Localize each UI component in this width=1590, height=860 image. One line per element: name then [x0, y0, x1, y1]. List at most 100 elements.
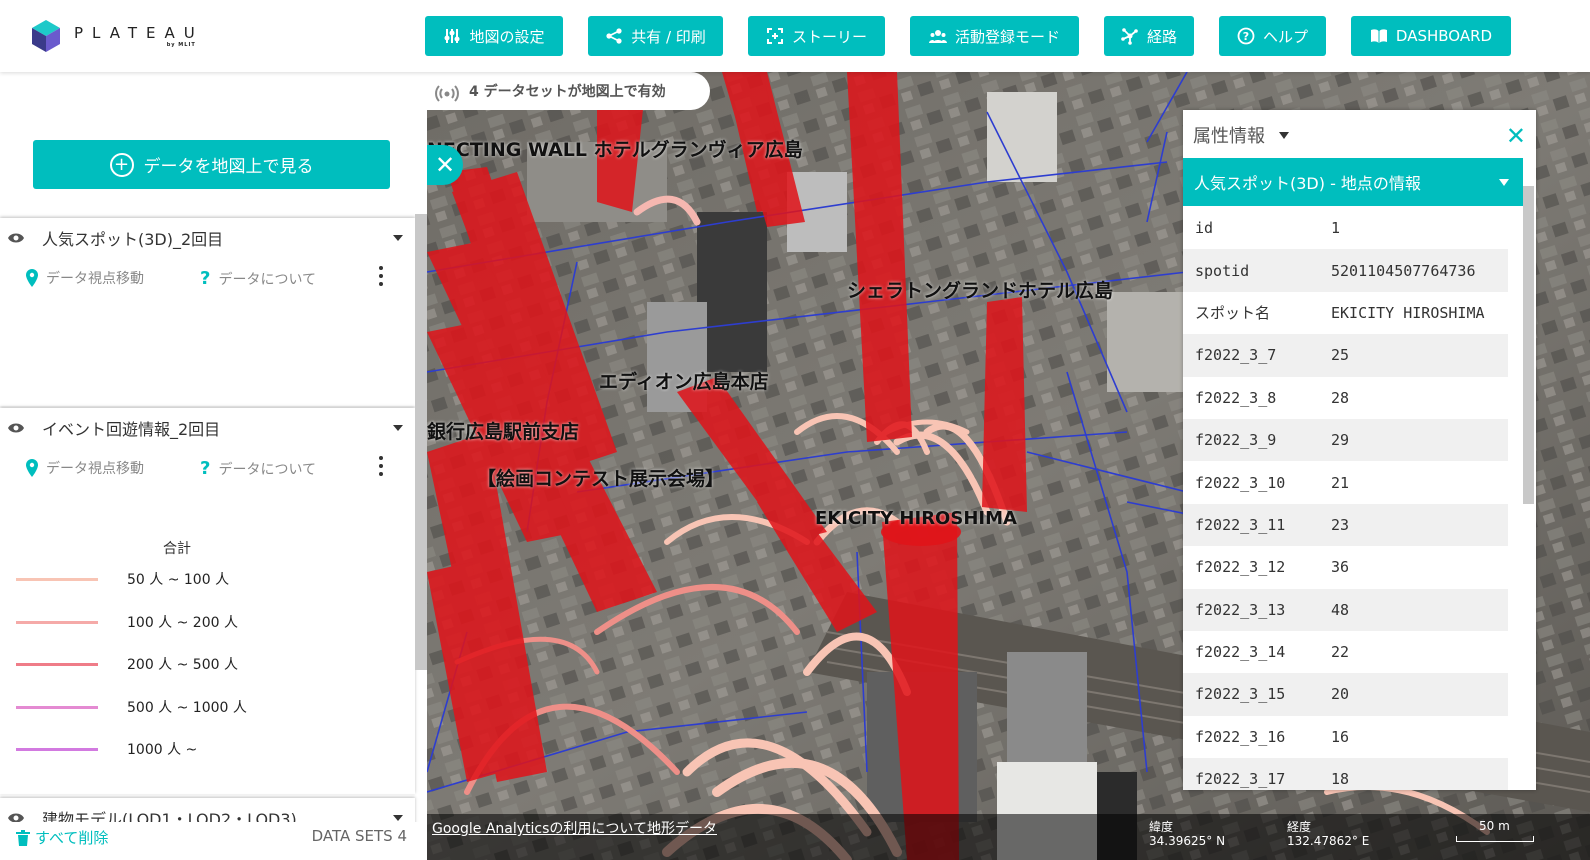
legend-swatch	[16, 662, 98, 666]
layer-title: イベント回遊情報_2回目	[42, 420, 221, 439]
map-settings-button[interactable]: 地図の設定	[425, 16, 563, 56]
sidebar-scrollbar[interactable]	[415, 214, 427, 670]
delete-all-button[interactable]: すべて削除	[16, 827, 108, 848]
dashboard-label: DASHBOARD	[1395, 27, 1493, 45]
sliders-icon	[444, 29, 460, 43]
activity-mode-label: 活動登録モード	[954, 27, 1060, 46]
plateau-logo[interactable]: PLATEAU by MLIT	[30, 16, 204, 56]
layer-card-event-info: イベント回遊情報_2回目 データ視点移動 ? データについて 合計 50 人 ~…	[0, 408, 415, 794]
table-row: f2022_3_9 29	[1183, 418, 1508, 462]
attr-value: 48	[1331, 600, 1350, 619]
attr-value: 5201104507764736	[1331, 261, 1476, 280]
delete-all-label: すべて削除	[35, 829, 109, 847]
active-datasets-indicator[interactable]: 4 データセットが地図上で有効	[427, 72, 710, 110]
story-button[interactable]: ストーリー	[748, 16, 885, 56]
table-row: f2022_3_17 18	[1183, 758, 1508, 790]
table-row: f2022_3_12 36	[1183, 546, 1508, 588]
attr-value: 29	[1331, 431, 1350, 450]
legend-label: 50 人 ~ 100 人	[127, 572, 230, 588]
layer-header[interactable]: イベント回遊情報_2回目	[0, 408, 415, 448]
more-options-icon[interactable]	[379, 266, 385, 286]
table-row: f2022_3_8 28	[1183, 377, 1508, 419]
attr-key: id	[1195, 219, 1214, 238]
help-icon: ?	[1237, 27, 1255, 45]
attr-value: 25	[1331, 346, 1350, 365]
chevron-down-icon[interactable]	[393, 815, 403, 821]
zoom-to-data-button[interactable]: データ視点移動	[26, 268, 144, 288]
route-icon	[1121, 28, 1138, 45]
legend-label: 100 人 ~ 200 人	[127, 615, 238, 631]
feature-info-header: 属性情報 ✕	[1183, 110, 1536, 158]
map-label: シェラトングランドホテル広島	[847, 280, 1114, 302]
chevron-down-icon[interactable]	[393, 235, 403, 241]
scale-bar	[1456, 836, 1534, 842]
attr-key: f2022_3_7	[1195, 346, 1277, 365]
chevron-down-icon[interactable]	[393, 425, 403, 431]
attr-value: 18	[1331, 770, 1350, 789]
legend-item: 1000 人 ~	[16, 739, 197, 759]
story-label: ストーリー	[791, 27, 867, 46]
map-label-selected[interactable]: EKICITY HIROSHIMA	[815, 508, 1017, 529]
about-data-button[interactable]: ? データについて	[200, 458, 316, 479]
table-row: spotid 5201104507764736	[1183, 249, 1508, 292]
sidebar-footer: すべて削除 DATA SETS 4	[0, 822, 427, 860]
feature-info-scrollbar[interactable]	[1523, 186, 1534, 504]
feature-info-panel: 属性情報 ✕ 人気スポット(3D) - 地点の情報 id 1 spotid 5201…	[1183, 110, 1536, 790]
feature-info-subtitle: 人気スポット(3D) - 地点の情報	[1194, 174, 1421, 193]
zoom-to-data-button[interactable]: データ視点移動	[26, 458, 144, 478]
svg-text:?: ?	[1243, 30, 1249, 43]
feature-info-title[interactable]: 属性情報	[1193, 122, 1289, 148]
about-data-label: データについて	[218, 271, 317, 288]
legend-item: 100 人 ~ 200 人	[16, 612, 238, 632]
view-data-on-map-button[interactable]: + データを地図上で見る	[33, 140, 390, 189]
zoom-to-data-label: データ視点移動	[46, 461, 144, 477]
share-print-button[interactable]: 共有 / 印刷	[588, 16, 723, 56]
about-data-button[interactable]: ? データについて	[200, 268, 316, 289]
share-icon	[606, 28, 622, 44]
table-row: f2022_3_13 48	[1183, 588, 1508, 631]
more-options-icon[interactable]	[379, 456, 385, 476]
attr-key: spotid	[1195, 261, 1250, 280]
legend-item: 500 人 ~ 1000 人	[16, 697, 247, 717]
legend-label: 1000 人 ~	[127, 742, 198, 758]
eye-icon[interactable]	[8, 422, 24, 434]
attr-key: f2022_3_9	[1195, 431, 1277, 450]
attr-key: f2022_3_15	[1195, 685, 1286, 704]
layer-header[interactable]: 人気スポット(3D)_2回目	[0, 218, 415, 258]
dashboard-button[interactable]: DASHBOARD	[1351, 16, 1511, 56]
plus-circle-icon: +	[109, 152, 134, 177]
help-button[interactable]: ? ヘルプ	[1219, 16, 1326, 56]
close-icon[interactable]: ✕	[1506, 122, 1526, 150]
map-settings-label: 地図の設定	[469, 27, 545, 46]
attr-value: 36	[1331, 558, 1350, 577]
attr-value: 22	[1331, 643, 1350, 662]
attr-key: f2022_3_12	[1195, 558, 1286, 577]
latitude-label: 緯度	[1149, 820, 1174, 834]
chevron-down-icon	[1499, 179, 1509, 186]
story-icon	[766, 28, 783, 44]
route-button[interactable]: 経路	[1104, 16, 1194, 56]
map-pin-icon	[26, 459, 38, 477]
table-row: f2022_3_14 22	[1183, 631, 1508, 673]
attr-key: f2022_3_8	[1195, 388, 1277, 407]
users-icon	[928, 30, 947, 43]
attr-value: 1	[1331, 219, 1341, 238]
attr-key: f2022_3_14	[1195, 643, 1286, 662]
map-label: 【絵画コンテスト展示会場】	[477, 468, 725, 490]
about-data-label: データについて	[218, 461, 317, 478]
table-row: f2022_3_15 20	[1183, 673, 1508, 716]
feature-info-title-text: 属性情報	[1193, 126, 1265, 147]
attr-value: 21	[1331, 473, 1350, 492]
feature-info-section-header[interactable]: 人気スポット(3D) - 地点の情報	[1183, 158, 1523, 206]
eye-icon[interactable]	[8, 232, 24, 244]
terrain-data-link[interactable]: 地形データ	[647, 818, 717, 838]
question-icon: ?	[200, 458, 211, 479]
analytics-link[interactable]: Google Analyticsの利用について	[432, 818, 647, 838]
attr-value: 16	[1331, 727, 1350, 746]
attribute-table: id 1 spotid 5201104507764736 スポット名 EKICITY …	[1183, 207, 1508, 790]
table-row: スポット名 EKICITY HIROSHIMA	[1183, 292, 1508, 334]
zoom-to-data-label: データ視点移動	[46, 271, 144, 287]
attr-key: f2022_3_17	[1195, 770, 1286, 789]
activity-mode-button[interactable]: 活動登録モード	[910, 16, 1079, 56]
view-data-label: データを地図上で見る	[143, 157, 314, 177]
